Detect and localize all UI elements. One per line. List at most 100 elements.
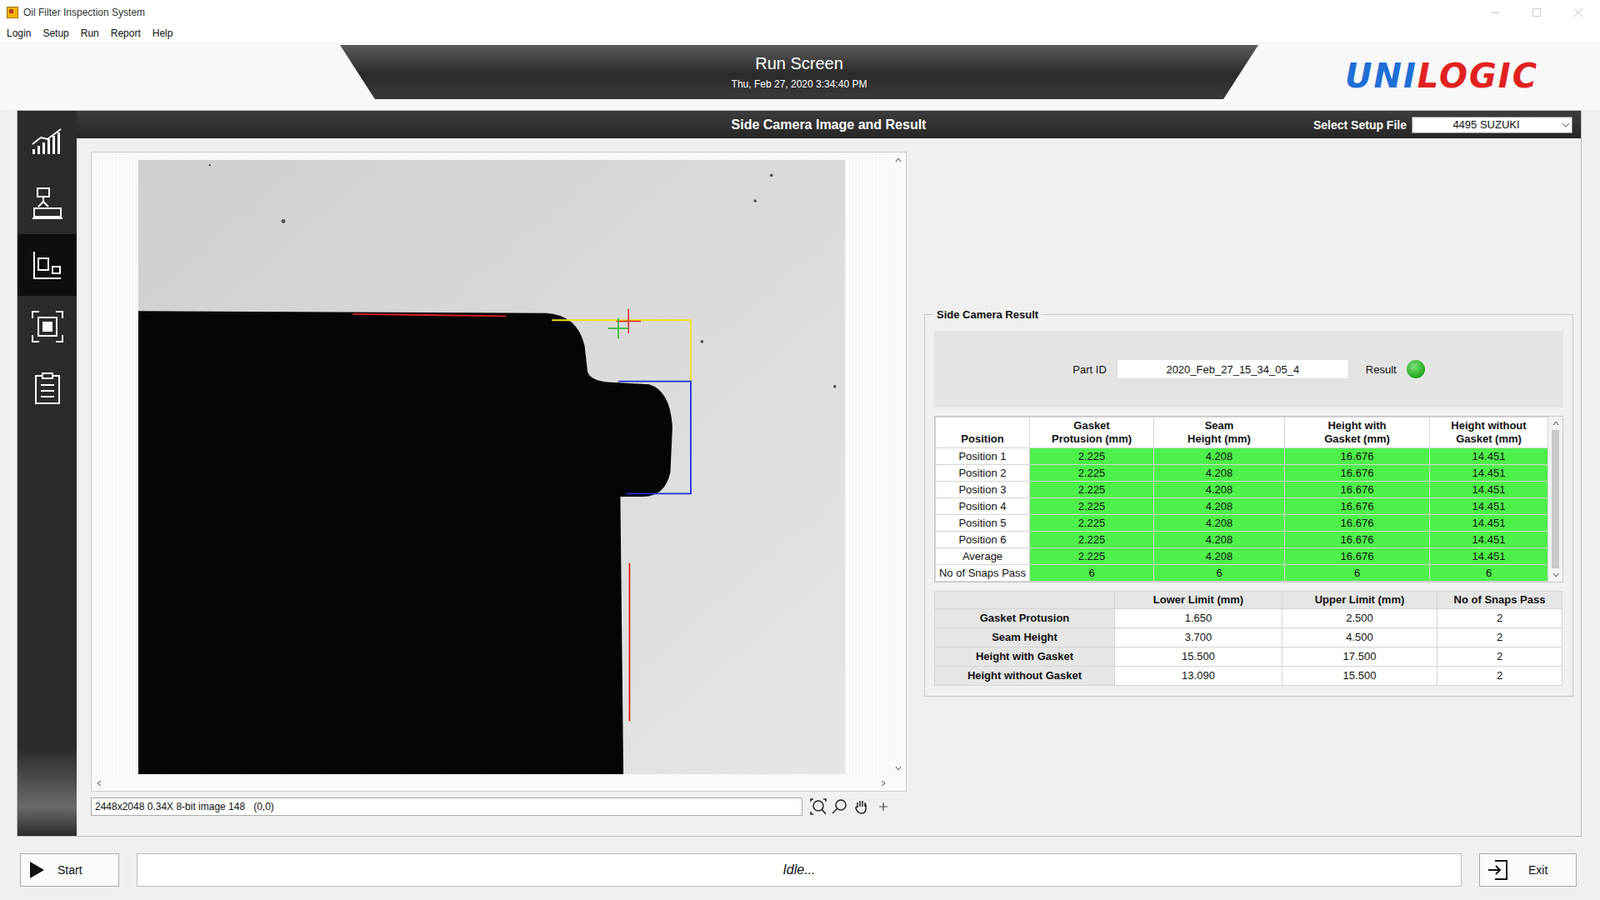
status-field: Idle... <box>136 853 1462 887</box>
sidebar-item[interactable] <box>17 110 77 173</box>
scroll-right-icon[interactable] <box>879 779 888 788</box>
image-canvas <box>91 152 891 776</box>
table-row: Average2.2254.20816.67614.451 <box>935 548 1549 565</box>
vertical-scrollbar[interactable] <box>890 152 906 776</box>
part-id-label: Part ID <box>1072 363 1106 376</box>
column-header: Height withGasket (mm) <box>1285 417 1430 449</box>
image-viewer <box>90 151 907 792</box>
menu-item[interactable]: Run <box>80 26 100 40</box>
table-cell: 15.500 <box>1115 647 1283 667</box>
start-button[interactable]: Start <box>20 853 120 887</box>
table-cell: 4.208 <box>1154 515 1285 532</box>
table-cell: 4.208 <box>1154 498 1285 515</box>
table-scrollbar[interactable] <box>1548 416 1563 582</box>
row-label: Average <box>935 548 1030 565</box>
play-icon <box>27 860 46 880</box>
bottom-bar: Start Idle... Exit <box>20 853 1577 887</box>
sidebar-item[interactable] <box>17 357 77 420</box>
table-row: Height without Gasket13.09015.5002 <box>935 666 1563 686</box>
table-cell: 16.676 <box>1285 481 1430 499</box>
result-indicator <box>1406 360 1425 379</box>
zoom-icon[interactable] <box>830 797 850 816</box>
sidebar-item[interactable] <box>17 295 77 358</box>
table-row: No of Snaps Pass6666 <box>935 565 1549 582</box>
header: Run Screen Thu, Feb 27, 2020 3:34:40 PM … <box>0 41 1600 110</box>
camera-image <box>138 160 845 775</box>
table-cell: 16.676 <box>1285 548 1430 565</box>
table-row: Position 42.2254.20816.67614.451 <box>935 498 1549 515</box>
chevron-down-icon <box>1560 117 1572 133</box>
menu-item[interactable]: Setup <box>42 26 69 40</box>
table-cell: 17.500 <box>1282 647 1438 667</box>
row-label: Height with Gasket <box>935 647 1115 667</box>
row-label: Height without Gasket <box>935 666 1115 686</box>
close-icon[interactable] <box>1573 7 1584 18</box>
table-cell: 14.451 <box>1430 498 1549 515</box>
part-id-field: 2020_Feb_27_15_34_05_4 <box>1116 359 1350 380</box>
sidebar-item[interactable] <box>17 234 77 296</box>
menu-item[interactable]: Report <box>110 26 141 40</box>
window-title: Oil Filter Inspection System <box>23 6 145 19</box>
table-header-row: Lower Limit (mm)Upper Limit (mm)No of Sn… <box>935 591 1563 610</box>
column-header: Position <box>935 417 1030 449</box>
table-cell: 14.451 <box>1430 548 1549 565</box>
table-row: Position 22.2254.20816.67614.451 <box>935 465 1549 482</box>
exit-button[interactable]: Exit <box>1479 853 1577 887</box>
menu-item[interactable]: Login <box>6 26 31 40</box>
table-cell: 16.676 <box>1285 498 1430 515</box>
table-cell: 16.676 <box>1285 515 1430 532</box>
side-camera-result-group: Side Camera Result Part ID 2020_Feb_27_1… <box>924 308 1574 697</box>
setup-file-label: Select Setup File <box>1313 118 1407 132</box>
table-cell: 2 <box>1437 647 1563 667</box>
table-cell: 16.676 <box>1285 531 1430 549</box>
scroll-up-icon[interactable] <box>1551 419 1560 428</box>
scroll-left-icon[interactable] <box>95 779 104 788</box>
row-label: Position 2 <box>935 465 1030 482</box>
minimize-icon[interactable] <box>1490 7 1500 18</box>
scroll-down-icon[interactable] <box>1551 570 1560 580</box>
table-cell: 4.500 <box>1282 628 1438 648</box>
table-row: Position 62.2254.20816.67614.451 <box>935 531 1549 549</box>
column-header: Upper Limit (mm) <box>1282 591 1438 610</box>
table-row: Position 32.2254.20816.67614.451 <box>935 481 1549 499</box>
table-cell: 2.225 <box>1030 548 1155 565</box>
table-cell: 4.208 <box>1154 448 1285 465</box>
setup-file-dropdown[interactable]: 4495 SUZUKI <box>1411 116 1573 134</box>
table-cell: 2 <box>1437 666 1563 686</box>
sidebar-item[interactable] <box>17 172 77 235</box>
horizontal-scrollbar[interactable] <box>91 775 906 791</box>
scroll-thumb[interactable] <box>1551 430 1560 569</box>
row-label: Position 3 <box>935 481 1030 499</box>
group-title: Side Camera Result <box>934 308 1041 321</box>
row-label: Gasket Protusion <box>935 609 1115 629</box>
table-cell: 2 <box>1437 609 1563 629</box>
date-time: Thu, Feb 27, 2020 3:34:40 PM <box>731 78 868 90</box>
table-cell: 2.225 <box>1030 448 1155 465</box>
crosshair-icon[interactable] <box>874 797 893 816</box>
table-row: Height with Gasket15.50017.5002 <box>935 647 1563 667</box>
row-label: Position 1 <box>935 448 1030 465</box>
table-cell: 16.676 <box>1285 448 1430 465</box>
scroll-down-icon[interactable] <box>894 764 903 773</box>
table-cell: 2.225 <box>1030 465 1155 482</box>
table-cell: 4.208 <box>1154 465 1285 482</box>
table-cell: 2.500 <box>1282 609 1438 629</box>
table-cell: 2.225 <box>1030 481 1155 499</box>
screen-title-banner: Run Screen Thu, Feb 27, 2020 3:34:40 PM <box>340 45 1259 100</box>
zoom-fit-icon[interactable] <box>809 797 828 816</box>
table-cell: 15.500 <box>1282 666 1438 686</box>
table-cell: 2 <box>1437 628 1563 648</box>
table-cell: 3.700 <box>1115 628 1283 648</box>
maximize-icon[interactable] <box>1531 7 1542 18</box>
row-label: Position 5 <box>935 515 1030 532</box>
side-camera-icon <box>30 248 65 282</box>
exit-icon <box>1486 859 1509 881</box>
pan-hand-icon[interactable] <box>852 797 871 816</box>
scroll-up-icon[interactable] <box>894 155 903 165</box>
table-cell: 4.208 <box>1154 531 1285 549</box>
app-window: Oil Filter Inspection System LoginSetupR… <box>0 0 1600 900</box>
menu-item[interactable]: Help <box>152 26 174 40</box>
chart-icon <box>30 127 65 156</box>
table-cell: 1.650 <box>1115 609 1283 629</box>
table-cell: 2.225 <box>1030 515 1155 532</box>
